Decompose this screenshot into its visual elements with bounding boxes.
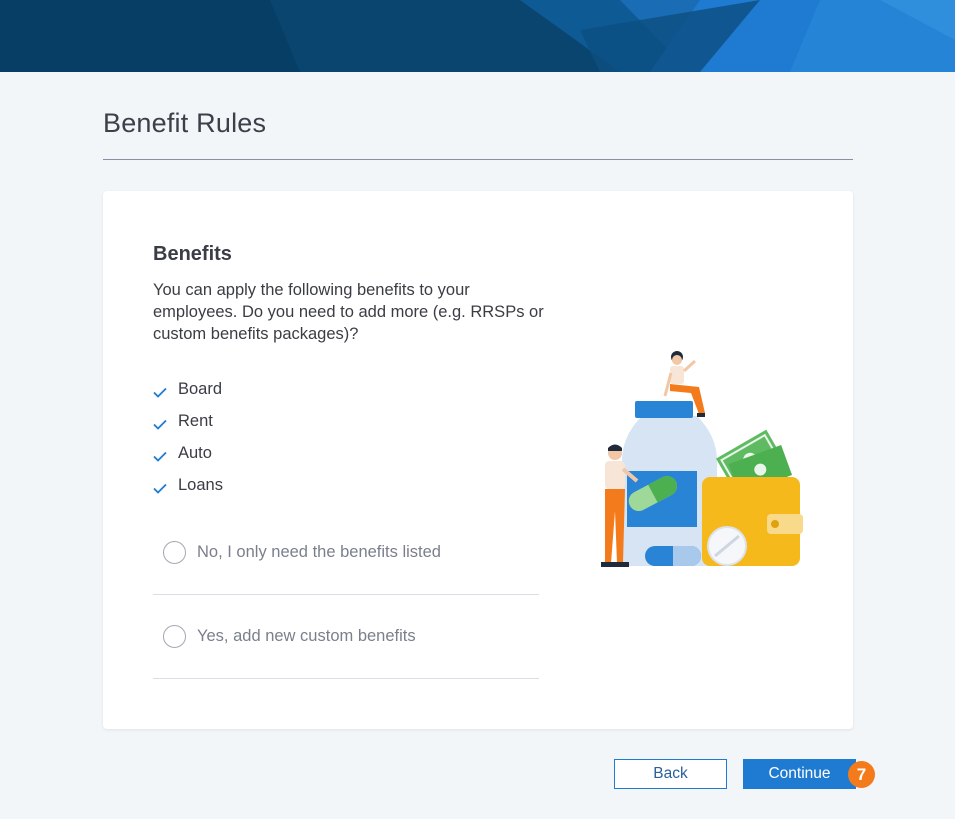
title-divider bbox=[103, 159, 853, 160]
option-yes-add-custom[interactable]: Yes, add new custom benefits bbox=[153, 595, 539, 679]
card-description: You can apply the following benefits to … bbox=[153, 281, 544, 343]
benefit-item-loans: Loans bbox=[153, 469, 223, 501]
benefit-item-auto: Auto bbox=[153, 437, 223, 469]
benefits-card: Benefits You can apply the following ben… bbox=[103, 191, 853, 729]
radio-circle-icon[interactable] bbox=[163, 541, 186, 564]
continue-button[interactable]: Continue bbox=[743, 759, 856, 789]
option-no-only-listed[interactable]: No, I only need the benefits listed bbox=[153, 511, 539, 595]
check-icon bbox=[153, 384, 167, 398]
page-title: Benefit Rules bbox=[103, 108, 267, 138]
benefit-item-board: Board bbox=[153, 373, 223, 405]
benefit-label: Loans bbox=[178, 475, 223, 494]
benefit-label: Rent bbox=[178, 411, 213, 430]
card-heading: Benefits bbox=[153, 243, 232, 265]
option-label: Yes, add new custom benefits bbox=[197, 627, 416, 645]
benefit-list: Board Rent Auto Loans bbox=[153, 373, 223, 501]
back-button[interactable]: Back bbox=[614, 759, 727, 789]
benefit-item-rent: Rent bbox=[153, 405, 223, 437]
check-icon bbox=[153, 416, 167, 430]
radio-circle-icon[interactable] bbox=[163, 625, 186, 648]
banner-graphic bbox=[0, 0, 955, 72]
step-badge: 7 bbox=[848, 761, 875, 788]
option-label: No, I only need the benefits listed bbox=[197, 543, 441, 561]
check-icon bbox=[153, 480, 167, 494]
check-icon bbox=[153, 448, 167, 462]
benefit-label: Auto bbox=[178, 443, 212, 462]
top-banner bbox=[0, 0, 955, 72]
benefit-label: Board bbox=[178, 379, 223, 398]
benefits-illustration bbox=[601, 351, 803, 567]
